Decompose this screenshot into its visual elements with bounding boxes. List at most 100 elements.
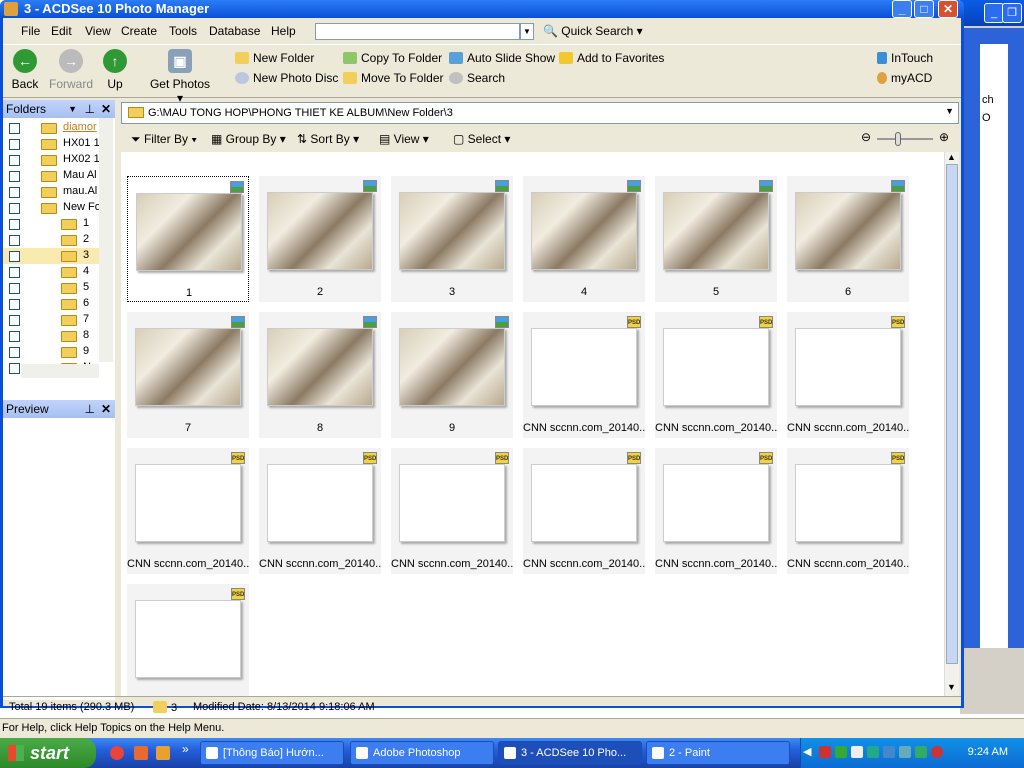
forward-button[interactable]: → Forward	[49, 49, 93, 91]
folder-checkbox[interactable]	[9, 235, 20, 246]
task-acdsee[interactable]: 3 - ACDSee 10 Pho...	[498, 741, 642, 765]
tray-icon[interactable]	[915, 746, 927, 758]
view-button[interactable]: ▤ View ▾	[379, 132, 429, 146]
task-paint[interactable]: 2 - Paint	[646, 741, 790, 765]
tray-icon[interactable]	[867, 746, 879, 758]
folder-checkbox[interactable]	[9, 267, 20, 278]
thumbnail-item[interactable]: PSD	[127, 584, 249, 696]
zoom-in-icon[interactable]: ⊕	[939, 130, 949, 144]
tray-icon[interactable]	[819, 746, 831, 758]
thumbnail-item[interactable]: 8	[259, 312, 381, 438]
folder-checkbox[interactable]	[9, 251, 20, 262]
thumbnail-item[interactable]: 3	[391, 176, 513, 302]
scroll-up-icon[interactable]: ▲	[947, 152, 956, 162]
folder-checkbox[interactable]	[9, 219, 20, 230]
path-bar[interactable]: G:\MAU TONG HOP\PHONG THIET KE ALBUM\New…	[121, 102, 959, 124]
pin-icon[interactable]: ⊥	[85, 400, 95, 418]
auto-slide-show-button[interactable]: Auto Slide Show	[449, 51, 555, 65]
move-to-folder-button[interactable]: Move To Folder	[343, 71, 443, 85]
thumbnail-item[interactable]: 4	[523, 176, 645, 302]
panel-menu-icon[interactable]: ▼	[68, 100, 77, 118]
new-photo-disc-button[interactable]: New Photo Disc	[235, 71, 338, 85]
thumbnail-item[interactable]: PSD CNN sccnn.com_20140...	[391, 448, 513, 574]
thumbnail-item[interactable]: PSD CNN sccnn.com_20140...	[787, 448, 909, 574]
sort-by-button[interactable]: ⇅ Sort By ▾	[297, 132, 359, 146]
folder-checkbox[interactable]	[9, 331, 20, 342]
close-button[interactable]: ✕	[938, 0, 958, 18]
folder-tree-item[interactable]: HX02 1	[3, 152, 99, 168]
thumbnail-item[interactable]: 1	[127, 176, 249, 302]
panel-close-icon[interactable]: ✕	[101, 100, 111, 118]
filter-by-button[interactable]: ⏷ Filter By ▾	[131, 132, 197, 147]
scroll-down-icon[interactable]: ▼	[947, 682, 956, 692]
quicklaunch-icon[interactable]	[156, 746, 170, 760]
folder-tree-item[interactable]: 9	[3, 344, 99, 360]
folder-tree-item[interactable]: 4	[3, 264, 99, 280]
thumbnail-item[interactable]: PSD CNN sccnn.com_20140...	[787, 312, 909, 438]
titlebar[interactable]: 3 - ACDSee 10 Photo Manager _ □ ✕	[0, 0, 964, 18]
quick-search-dropdown-icon[interactable]: ▼	[520, 23, 534, 40]
pin-icon[interactable]: ⊥	[85, 100, 95, 118]
tray-icon[interactable]	[899, 746, 911, 758]
menu-database[interactable]: Database	[209, 24, 260, 38]
quick-search-input[interactable]	[315, 23, 520, 40]
folder-checkbox[interactable]	[9, 155, 20, 166]
myacd-button[interactable]: myACD	[877, 71, 932, 85]
tray-icon[interactable]	[851, 746, 863, 758]
thumbnail-item[interactable]: PSD CNN sccnn.com_20140...	[259, 448, 381, 574]
scroll-thumb[interactable]	[946, 164, 958, 664]
tray-icon[interactable]	[883, 746, 895, 758]
folder-tree-item[interactable]: 6	[3, 296, 99, 312]
group-by-button[interactable]: ▦ Group By ▾	[211, 132, 286, 146]
menu-create[interactable]: Create	[121, 24, 157, 38]
folder-checkbox[interactable]	[9, 283, 20, 294]
tray-expand-icon[interactable]: ◀	[803, 745, 811, 758]
panel-close-icon[interactable]: ✕	[101, 400, 111, 418]
folder-checkbox[interactable]	[9, 139, 20, 150]
folder-checkbox[interactable]	[9, 171, 20, 182]
folder-checkbox[interactable]	[9, 347, 20, 358]
task-photoshop[interactable]: Adobe Photoshop	[350, 741, 494, 765]
chrome-quicklaunch-icon[interactable]	[110, 746, 124, 760]
thumbnail-item[interactable]: 5	[655, 176, 777, 302]
quicklaunch-more-icon[interactable]: »	[182, 742, 189, 756]
get-photos-button[interactable]: ▣ Get Photos ▾	[147, 49, 213, 105]
folder-tree-item[interactable]: Mau Al	[3, 168, 99, 184]
menu-view[interactable]: View	[85, 24, 111, 38]
menu-tools[interactable]: Tools	[169, 24, 197, 38]
task-browser[interactable]: [Thông Báo] Hướn...	[200, 741, 344, 765]
menu-edit[interactable]: Edit	[51, 24, 72, 38]
folder-tree-item[interactable]: 3	[3, 248, 99, 264]
folder-tree-item[interactable]: diamor	[3, 120, 99, 136]
thumbnail-item[interactable]: PSD CNN sccnn.com_20140...	[523, 448, 645, 574]
intouch-button[interactable]: InTouch	[877, 51, 933, 65]
new-folder-button[interactable]: New Folder	[235, 51, 314, 65]
search-button[interactable]: Search	[449, 71, 505, 85]
folders-horizontal-scrollbar[interactable]	[21, 364, 99, 378]
folder-tree-item[interactable]: mau.Al	[3, 184, 99, 200]
zoom-slider[interactable]: ⊖ ⊕	[861, 130, 951, 146]
add-to-favorites-button[interactable]: Add to Favorites	[559, 51, 664, 65]
thumbnail-item[interactable]: 9	[391, 312, 513, 438]
tray-icon[interactable]	[835, 746, 847, 758]
back-button[interactable]: ← Back	[3, 49, 47, 91]
folder-checkbox[interactable]	[9, 363, 20, 374]
background-restore-button[interactable]: ❐	[1002, 3, 1022, 23]
folders-vertical-scrollbar[interactable]	[99, 118, 113, 362]
folder-checkbox[interactable]	[9, 123, 20, 134]
quicklaunch-icon[interactable]	[134, 746, 148, 760]
menu-help[interactable]: Help	[271, 24, 296, 38]
thumbnail-item[interactable]: 6	[787, 176, 909, 302]
select-button[interactable]: ▢ Select ▾	[453, 132, 510, 146]
folder-tree-item[interactable]: 1	[3, 216, 99, 232]
path-dropdown-icon[interactable]: ▼	[945, 106, 954, 116]
folder-checkbox[interactable]	[9, 299, 20, 310]
folder-checkbox[interactable]	[9, 203, 20, 214]
folder-tree-item[interactable]: 5	[3, 280, 99, 296]
thumbnail-item[interactable]: PSD CNN sccnn.com_20140...	[655, 448, 777, 574]
copy-to-folder-button[interactable]: Copy To Folder	[343, 51, 442, 65]
start-button[interactable]: start	[0, 738, 96, 768]
folder-checkbox[interactable]	[9, 315, 20, 326]
thumbnail-item[interactable]: PSD CNN sccnn.com_20140...	[127, 448, 249, 574]
menu-file[interactable]: File	[21, 24, 40, 38]
